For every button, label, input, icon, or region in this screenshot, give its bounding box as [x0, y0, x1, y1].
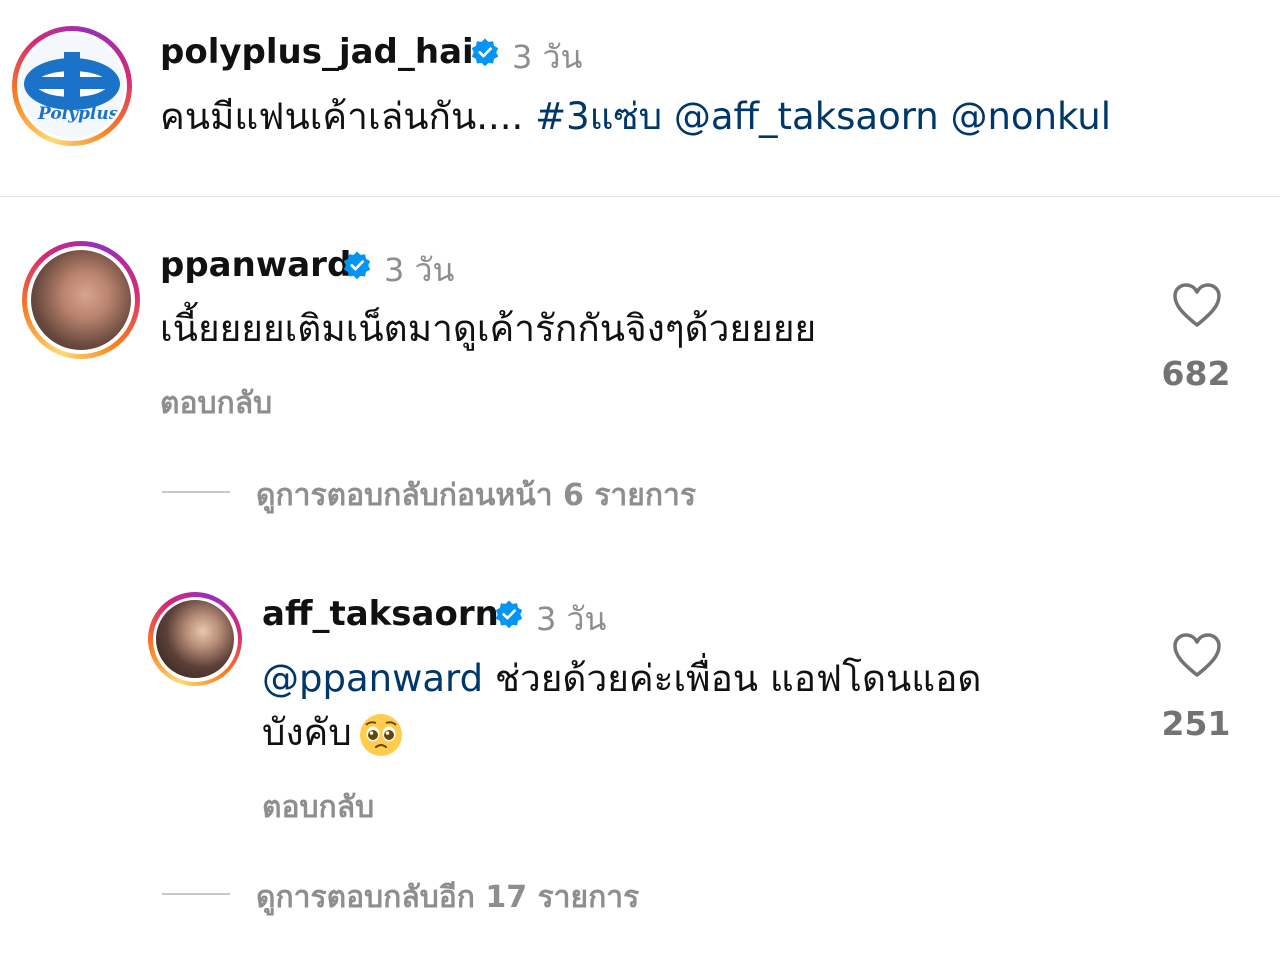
reply-text: @ppanward ช่วยด้วยค่ะเพื่อน แอฟโดนแอด บั…: [262, 652, 1122, 760]
pleading-face-emoji: [358, 712, 404, 758]
verified-badge-icon: [495, 600, 523, 629]
verified-badge-icon: [471, 38, 499, 67]
view-replies-line: [162, 491, 230, 493]
mention-link-aff[interactable]: @aff_taksaorn: [674, 95, 939, 138]
reply-text-line1: ช่วยด้วยค่ะเพื่อน แอฟโดนแอด: [483, 657, 982, 700]
caption-text: คนมีแฟนเค้าเล่นกัน....: [160, 95, 524, 138]
comment-time: 3 วัน: [384, 251, 455, 289]
view-more-replies-button[interactable]: ดูการตอบกลับอีก 17 รายการ: [256, 874, 639, 921]
comment-like-count: 682: [1161, 354, 1231, 393]
post-username[interactable]: polyplus_jad_hai: [160, 32, 474, 72]
reply-username[interactable]: aff_taksaorn: [262, 594, 499, 634]
comment-reply-button[interactable]: ตอบกลับ: [160, 380, 272, 427]
comment-avatar-ring[interactable]: [22, 241, 140, 359]
view-more-replies-line: [162, 893, 230, 895]
comment-text: เนี้ยยยยเติมเน็ตมาดูเค้ารักกันจิงๆด้วยยย…: [160, 307, 817, 350]
comment-username[interactable]: ppanward: [160, 245, 351, 285]
post-avatar-ring[interactable]: Polyplus: [12, 26, 132, 146]
polyplus-logo-text: Polyplus: [38, 104, 119, 124]
aff-taksaorn-avatar: [156, 600, 234, 678]
ppanward-avatar: [31, 250, 131, 350]
view-previous-replies-button[interactable]: ดูการตอบกลับก่อนหน้า 6 รายการ: [256, 472, 696, 519]
reply-text-line2: บังคับ: [262, 711, 352, 754]
reply-reply-button[interactable]: ตอบกลับ: [262, 784, 374, 831]
polyplus-logo-avatar: Polyplus: [20, 34, 124, 138]
verified-badge-icon: [343, 251, 371, 280]
reply-time: 3 วัน: [536, 600, 607, 638]
hashtag-link[interactable]: #3แซ่บ: [535, 95, 662, 138]
reply-like-count: 251: [1161, 704, 1231, 743]
post-time: 3 วัน: [512, 38, 583, 76]
post-caption: คนมีแฟนเค้าเล่นกัน.... #3แซ่บ @aff_taksa…: [160, 90, 1111, 144]
reply-like-heart-icon[interactable]: [1172, 632, 1222, 678]
mention-link-nonkul[interactable]: @nonkul: [950, 95, 1111, 138]
post-divider: [0, 196, 1280, 197]
reply-mention-link[interactable]: @ppanward: [262, 657, 483, 700]
reply-avatar-ring[interactable]: [148, 592, 242, 686]
comment-like-heart-icon[interactable]: [1172, 282, 1222, 328]
